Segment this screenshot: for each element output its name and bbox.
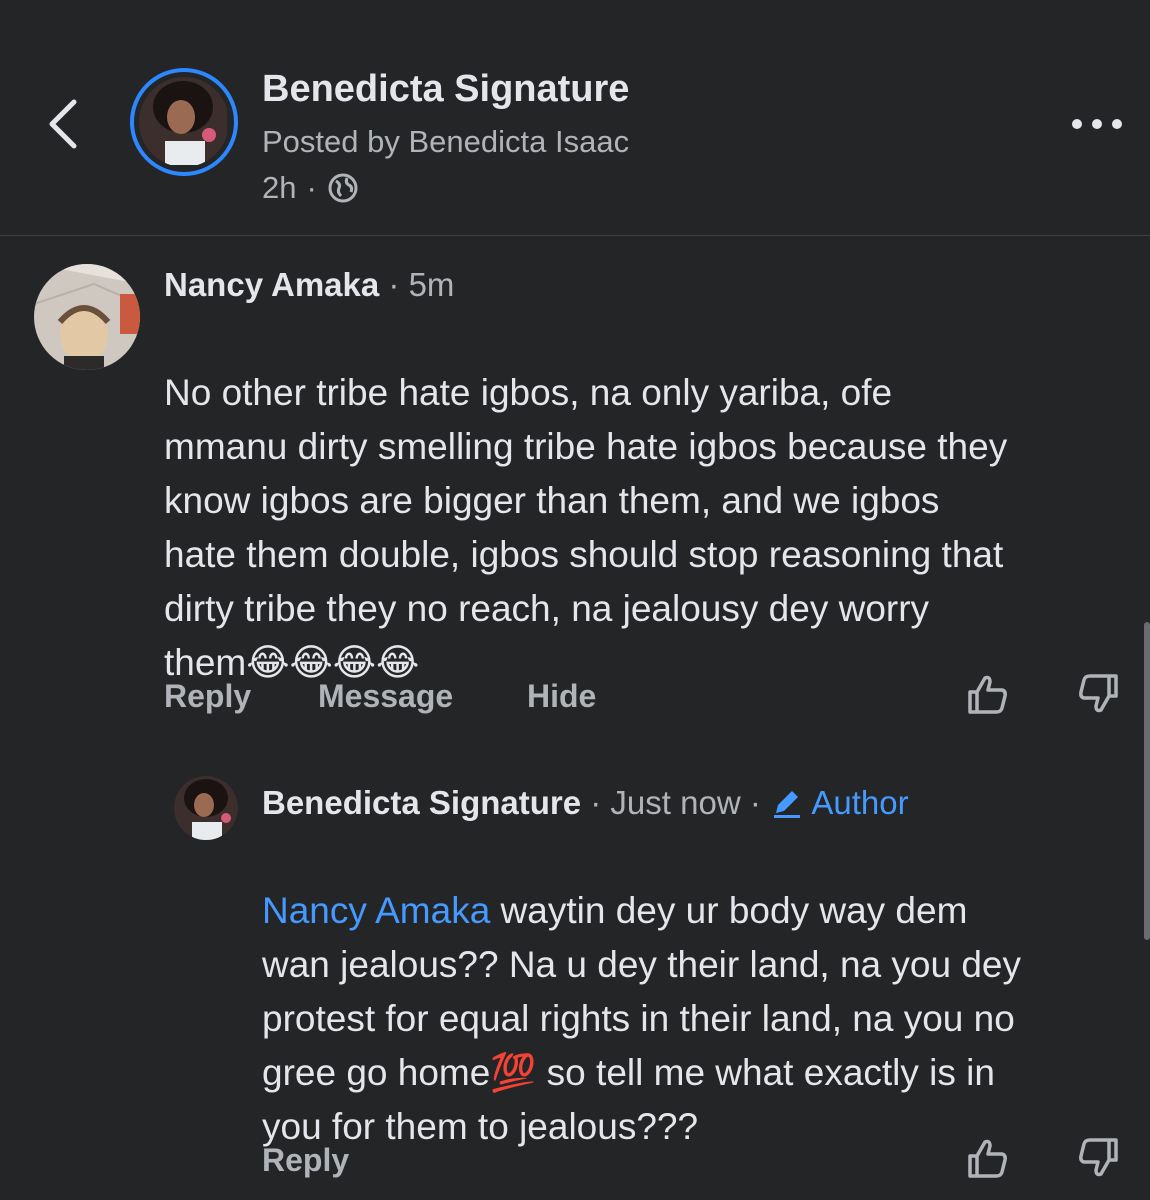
reply-text-4b: so tell me what exactly is in	[536, 1052, 995, 1093]
author-badge: Author	[811, 784, 909, 821]
thumbs-down-icon[interactable]	[1074, 670, 1122, 718]
page-avatar[interactable]	[130, 68, 238, 176]
commenter-avatar[interactable]	[34, 264, 140, 370]
comment-author[interactable]: Nancy Amaka	[164, 266, 379, 303]
globe-icon	[328, 173, 358, 203]
thumbs-up-icon[interactable]	[964, 670, 1012, 718]
mention-link[interactable]: Nancy Amaka	[262, 890, 490, 931]
hide-button[interactable]: Hide	[527, 678, 596, 715]
scrollbar[interactable]	[1144, 622, 1150, 940]
message-button[interactable]: Message	[318, 678, 453, 715]
more-horizontal-icon[interactable]	[1070, 112, 1124, 136]
reply-body: Nancy Amaka waytin dey ur body way dem w…	[262, 830, 1132, 1154]
reply-text-2: wan jealous?? Na u dey their land, na yo…	[262, 944, 1022, 985]
pencil-icon	[774, 791, 800, 818]
reply-button[interactable]: Reply	[164, 678, 251, 715]
thumbs-up-icon[interactable]	[964, 1134, 1012, 1182]
thumbs-down-icon[interactable]	[1074, 1134, 1122, 1182]
posted-by[interactable]: Posted by Benedicta Isaac	[262, 124, 629, 160]
comment-text: No other tribe hate igbos, na only yarib…	[164, 372, 1008, 683]
reply-header: Benedicta Signature · Just now · Author	[262, 784, 909, 822]
reply-text-1: waytin dey ur body way dem	[490, 890, 968, 931]
reply-author[interactable]: Benedicta Signature	[262, 784, 581, 821]
avatar-image	[139, 77, 229, 167]
reply-avatar[interactable]	[174, 776, 238, 840]
comment-separator: ·	[388, 266, 400, 303]
meta-separator: ·	[306, 170, 317, 205]
post-header: Benedicta Signature Posted by Benedicta …	[0, 0, 1150, 236]
reply-time[interactable]: Just now	[610, 784, 740, 821]
chevron-left-icon[interactable]	[40, 92, 90, 156]
comment-body: No other tribe hate igbos, na only yarib…	[164, 312, 1134, 690]
page-title[interactable]: Benedicta Signature	[262, 68, 629, 111]
reply-separator-2: ·	[749, 784, 761, 821]
reply-text-3: protest for equal rights in their land, …	[262, 998, 1015, 1039]
reply-text-5: you for them to jealous???	[262, 1106, 699, 1147]
reply-emoji: 💯	[490, 1051, 537, 1094]
comment-header: Nancy Amaka · 5m	[164, 266, 454, 304]
reply-reply-button[interactable]: Reply	[262, 1142, 349, 1179]
post-meta: 2h ·	[262, 170, 359, 206]
reply-text-4a: gree go home	[262, 1052, 491, 1093]
post-time[interactable]: 2h	[262, 170, 296, 206]
reply-separator: ·	[590, 784, 602, 821]
comment-time[interactable]: 5m	[409, 266, 455, 303]
